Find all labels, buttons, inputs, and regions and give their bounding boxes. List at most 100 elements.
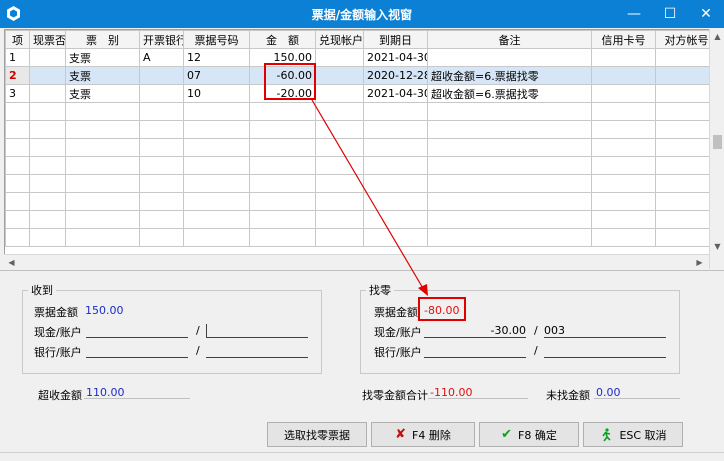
col-header-amount[interactable]: 金 额 (249, 30, 316, 49)
cell-issuing-bank[interactable] (139, 84, 184, 103)
unfound-label: 未找金额 (546, 389, 590, 402)
received-bank-input[interactable] (86, 344, 188, 358)
cell-cash-account[interactable] (315, 48, 364, 67)
received-bill-amount: 150.00 (85, 304, 124, 317)
cell-bill-type[interactable]: 支票 (65, 84, 140, 103)
empty-row[interactable] (5, 138, 718, 157)
cell-issuing-bank[interactable] (139, 66, 184, 85)
confirm-label: F8 确定 (518, 428, 557, 442)
change-cash-account-input[interactable]: 003 (544, 324, 666, 338)
received-bank-label: 银行/账户 (34, 346, 82, 359)
title-bar: 票据/金额输入视窗 — ☐ ✕ (0, 0, 724, 28)
change-cash-label: 现金/账户 (374, 326, 422, 339)
overpay-field: 110.00 (84, 385, 190, 399)
cell-index[interactable]: 2 (5, 66, 30, 85)
col-header-bill-type[interactable]: 票 别 (65, 30, 140, 49)
empty-row[interactable] (5, 120, 718, 139)
divider (0, 270, 724, 271)
cell-card-number[interactable] (591, 84, 656, 103)
separator-slash: / (534, 344, 538, 357)
change-bank-account-input[interactable] (544, 344, 666, 358)
annotation-box-change-amount (418, 297, 466, 321)
col-header-index[interactable]: 项 (5, 30, 30, 49)
col-header-is-cash[interactable]: 现票否 (29, 30, 66, 49)
empty-row[interactable] (5, 192, 718, 211)
table-row[interactable]: 1 支票 A 12 150.00 2021-04-30 (5, 48, 718, 67)
empty-row[interactable] (5, 210, 718, 229)
change-total-value: -110.00 (430, 386, 473, 399)
received-group-title: 收到 (28, 282, 56, 298)
cell-index[interactable]: 3 (5, 84, 30, 103)
change-total-field: -110.00 (428, 385, 528, 399)
received-bank-account-input[interactable] (206, 344, 308, 358)
cell-due-date[interactable]: 2021-04-30 (363, 84, 428, 103)
empty-row[interactable] (5, 156, 718, 175)
horizontal-scrollbar[interactable]: ◀ ▶ (4, 254, 709, 269)
select-change-bills-label: 选取找零票据 (284, 428, 350, 442)
cell-cash-account[interactable] (315, 84, 364, 103)
bill-grid: 项 现票否 票 别 开票银行 票据号码 金 额 兑现帐户 到期日 备注 信用卡号… (4, 29, 724, 269)
cell-remark[interactable] (427, 48, 592, 67)
change-cash-input[interactable]: -30.00 (424, 324, 526, 338)
separator-slash: / (196, 324, 200, 337)
maximize-button[interactable]: ☐ (652, 0, 688, 28)
scroll-up-icon[interactable]: ▲ (710, 29, 724, 44)
vertical-scroll-thumb[interactable] (713, 135, 722, 149)
empty-row[interactable] (5, 102, 718, 121)
col-header-issuing-bank[interactable]: 开票银行 (139, 30, 184, 49)
cell-cash-account[interactable] (315, 66, 364, 85)
cell-bill-number[interactable]: 12 (183, 48, 250, 67)
cell-issuing-bank[interactable]: A (139, 48, 184, 67)
col-header-remark[interactable]: 备注 (427, 30, 592, 49)
cell-index[interactable]: 1 (5, 48, 30, 67)
cell-card-number[interactable] (591, 66, 656, 85)
col-header-due-date[interactable]: 到期日 (363, 30, 428, 49)
cell-bill-number[interactable]: 07 (183, 66, 250, 85)
cell-bill-number[interactable]: 10 (183, 84, 250, 103)
change-group-title: 找零 (366, 282, 394, 298)
unfound-field: 0.00 (594, 385, 680, 399)
empty-row[interactable] (5, 174, 718, 193)
overpay-value: 110.00 (86, 386, 125, 399)
delete-button[interactable]: ✘ F4 删除 (371, 422, 475, 447)
cell-bill-type[interactable]: 支票 (65, 66, 140, 85)
select-change-bills-button[interactable]: 选取找零票据 (267, 422, 367, 447)
close-button[interactable]: ✕ (688, 0, 724, 28)
cell-due-date[interactable]: 2021-04-30 (363, 48, 428, 67)
cell-bill-type[interactable]: 支票 (65, 48, 140, 67)
minimize-button[interactable]: — (616, 0, 652, 28)
cell-remark[interactable]: 超收金额=6.票据找零 (427, 66, 592, 85)
change-bill-amount-label: 票据金额 (374, 306, 418, 319)
received-cash-label: 现金/账户 (34, 326, 82, 339)
scroll-right-icon[interactable]: ▶ (692, 255, 707, 270)
cell-remark[interactable]: 超收金额=6.票据找零 (427, 84, 592, 103)
col-header-cash-account[interactable]: 兑现帐户 (315, 30, 364, 49)
cell-is-cash[interactable] (29, 84, 66, 103)
table-row[interactable]: 3 支票 10 -20.00 2021-04-30 超收金额=6.票据找零 (5, 84, 718, 103)
cell-is-cash[interactable] (29, 66, 66, 85)
cell-card-number[interactable] (591, 48, 656, 67)
col-header-bill-number[interactable]: 票据号码 (183, 30, 250, 49)
received-bill-amount-label: 票据金额 (34, 306, 78, 319)
vertical-scrollbar[interactable]: ▲ ▼ (709, 29, 724, 269)
separator-slash: / (534, 324, 538, 337)
col-header-card-number[interactable]: 信用卡号 (591, 30, 656, 49)
scroll-down-icon[interactable]: ▼ (710, 239, 724, 254)
cell-due-date[interactable]: 2020-12-28 (363, 66, 428, 85)
received-cash-input[interactable] (86, 324, 188, 338)
change-total-label: 找零金额合计 (362, 389, 428, 402)
empty-row[interactable] (5, 228, 718, 247)
delete-label: F4 删除 (412, 428, 451, 442)
checkmark-icon: ✔ (501, 427, 513, 442)
cancel-label: ESC 取消 (619, 428, 667, 442)
cancel-button[interactable]: ESC 取消 (583, 422, 683, 447)
table-row-selected[interactable]: 2 支票 07 -60.00 2020-12-28 超收金额=6.票据找零 (5, 66, 718, 85)
grid-header-row: 项 现票否 票 别 开票银行 票据号码 金 额 兑现帐户 到期日 备注 信用卡号… (5, 30, 718, 49)
cell-is-cash[interactable] (29, 48, 66, 67)
scroll-left-icon[interactable]: ◀ (4, 255, 19, 270)
confirm-button[interactable]: ✔ F8 确定 (479, 422, 579, 447)
status-bar (0, 452, 724, 461)
received-cash-account-input[interactable] (206, 324, 308, 338)
overpay-label: 超收金额 (38, 389, 82, 402)
change-bank-input[interactable] (424, 344, 526, 358)
